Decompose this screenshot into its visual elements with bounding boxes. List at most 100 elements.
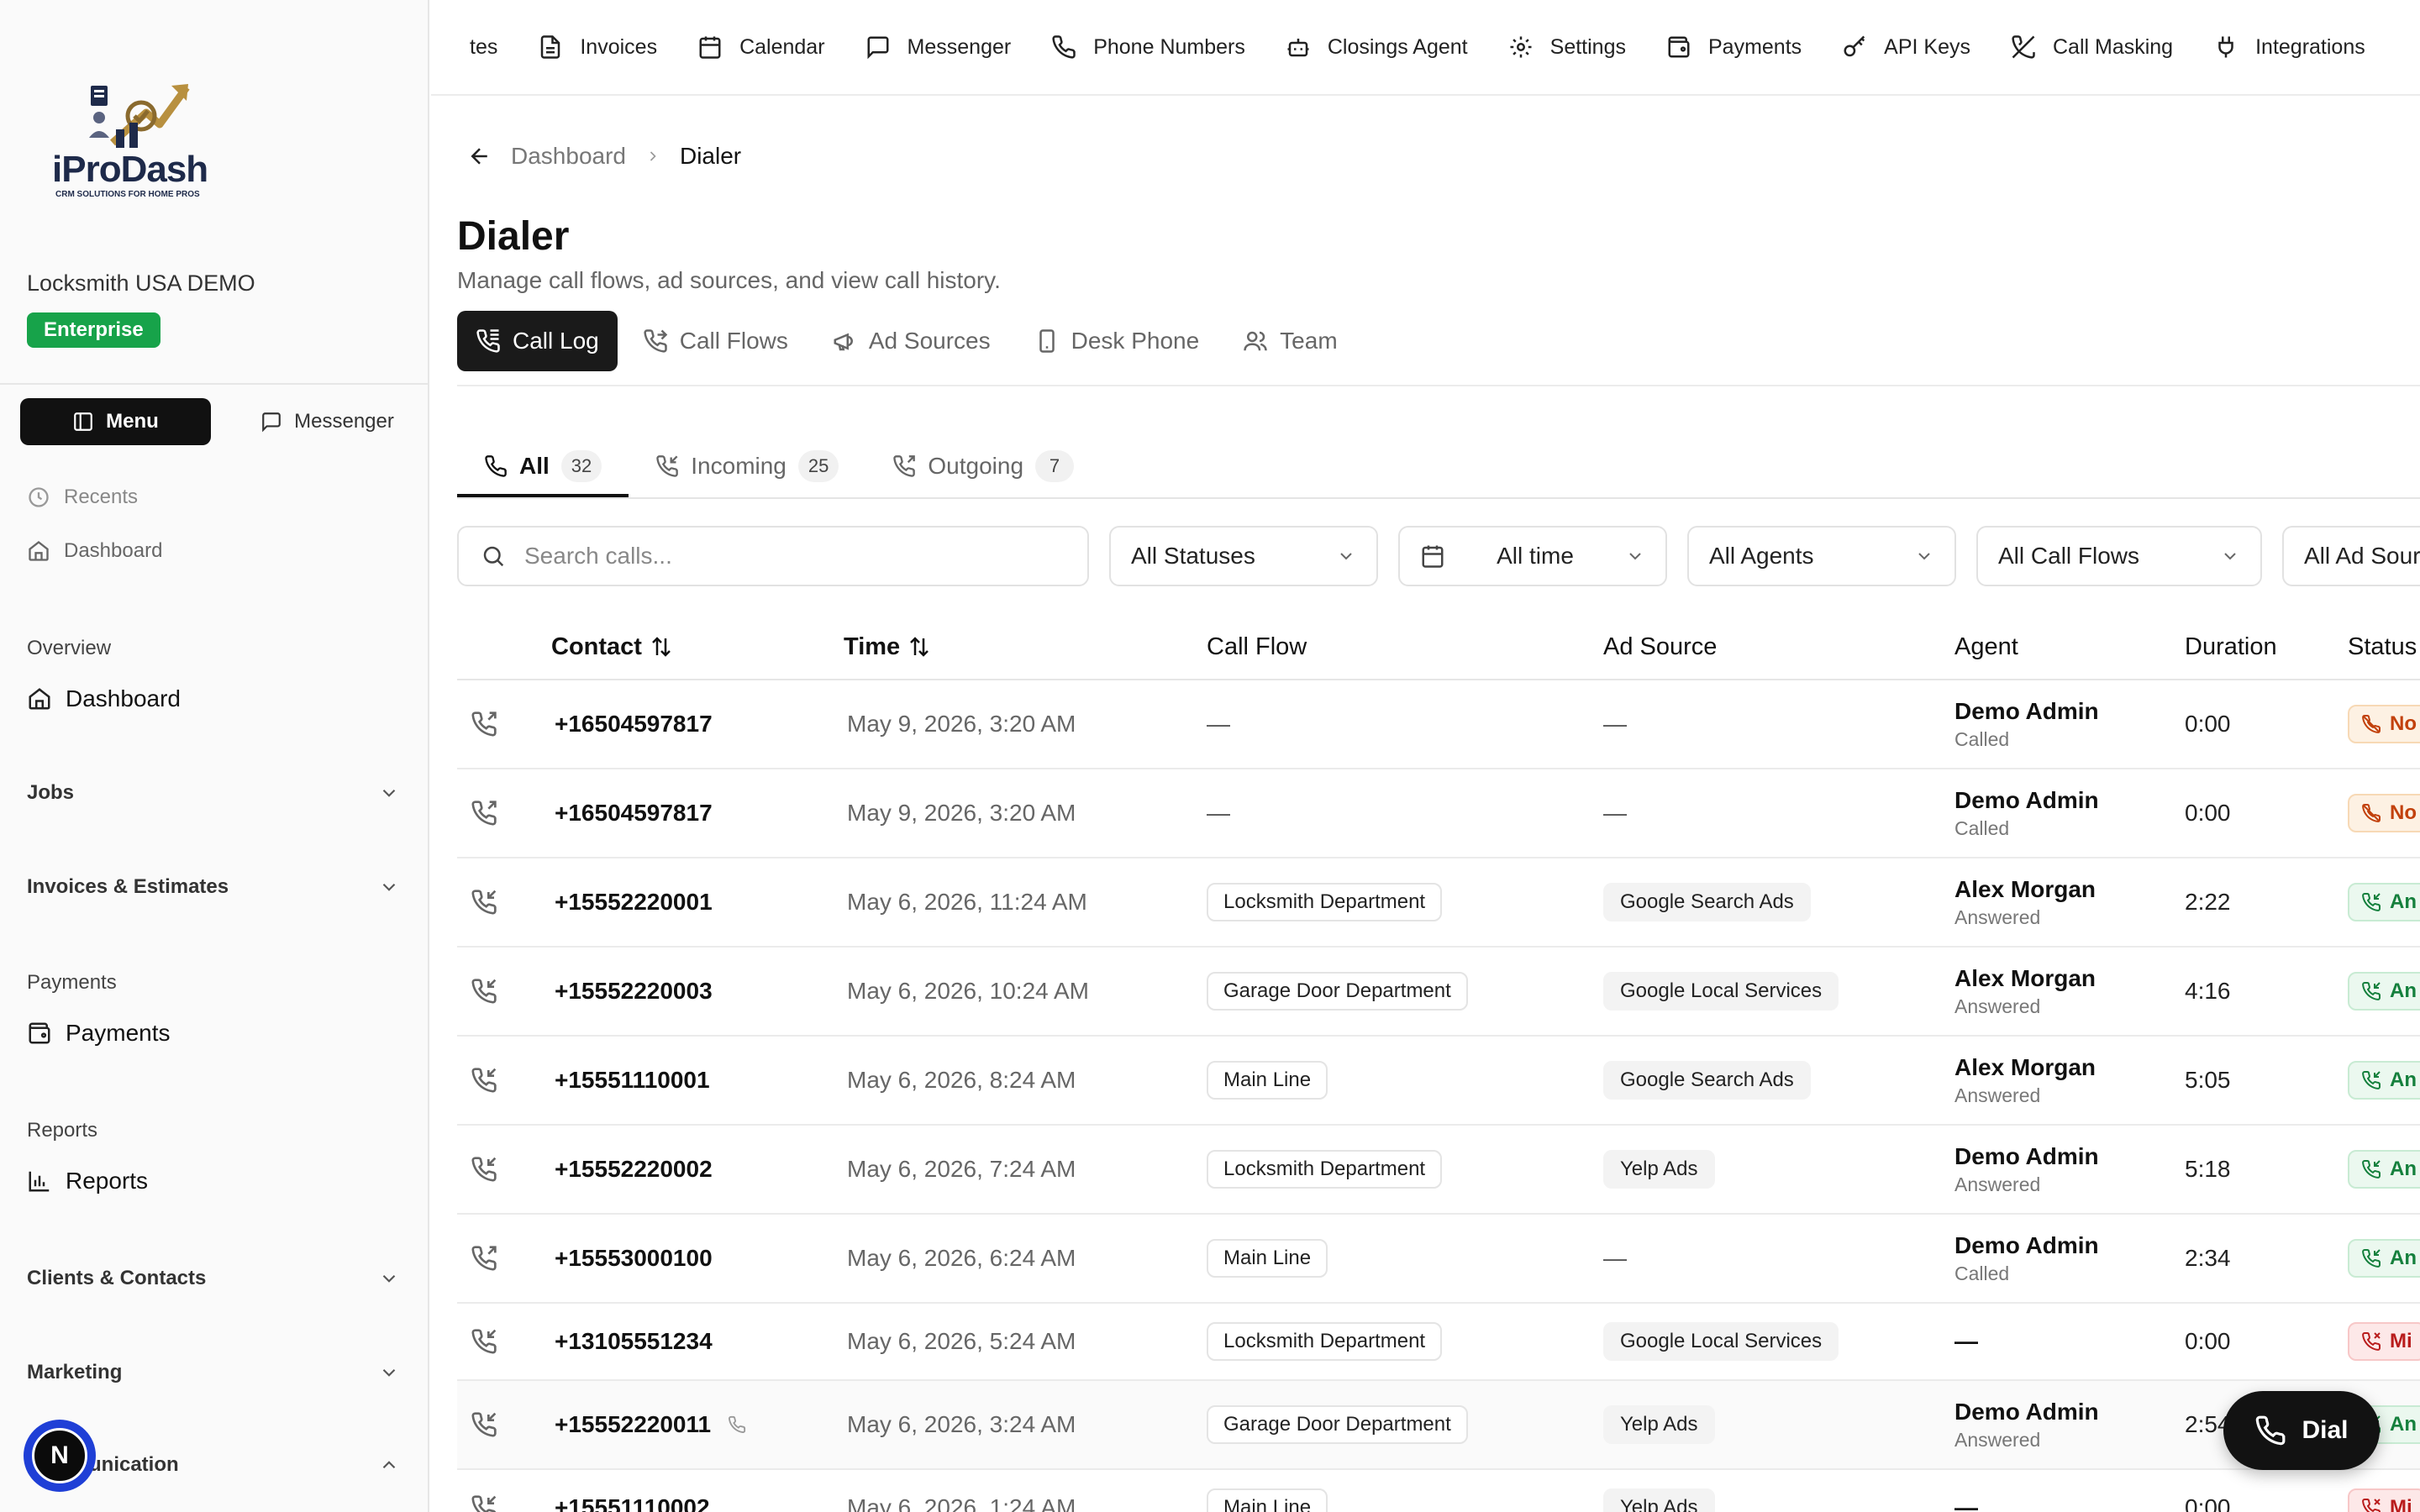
contact-cell[interactable]: +13105551234 — [555, 1304, 713, 1379]
contact-number[interactable]: +15552220003 — [555, 978, 713, 1005]
contact-number[interactable]: +16504597817 — [555, 711, 713, 738]
duration-cell: 2:22 — [2185, 889, 2231, 915]
column-header-time[interactable]: Time — [844, 613, 932, 680]
table-row[interactable]: +16504597817 May 9, 2026, 3:20 AM — — Demo A… — [457, 769, 2420, 858]
sidebar-item-dashboard[interactable]: Dashboard — [27, 685, 181, 712]
contact-number[interactable]: +15551110001 — [555, 1067, 710, 1094]
subtab-all[interactable]: All 32 — [457, 435, 629, 497]
messenger-toggle-button[interactable]: Messenger — [232, 398, 423, 445]
table-row[interactable]: +15552220003 May 6, 2026, 10:24 AM Garage … — [457, 948, 2420, 1037]
chevron-down-icon — [1340, 553, 1352, 560]
contact-cell[interactable]: +15552220002 — [555, 1126, 713, 1213]
contact-number[interactable]: +16504597817 — [555, 800, 713, 827]
topnav-item-calendar[interactable]: Calendar — [697, 34, 825, 60]
time-filter-select[interactable]: All time — [1398, 526, 1667, 586]
sidebar-panel-icon — [74, 412, 92, 431]
contact-cell[interactable]: +15552220011 — [555, 1381, 746, 1468]
status-text: No — [2390, 712, 2417, 735]
contact-number[interactable]: +15551110002 — [555, 1494, 710, 1512]
table-row[interactable]: +15552220011 May 6, 2026, 3:24 AM Garage D… — [457, 1381, 2420, 1470]
brand-name: iProDash — [52, 149, 208, 190]
status-text: An — [2390, 1247, 2417, 1269]
topnav-item-invoices[interactable]: Invoices — [538, 34, 657, 60]
sidebar-item-reports[interactable]: Reports — [27, 1168, 148, 1194]
search-calls-input[interactable]: Search calls... — [457, 526, 1089, 586]
agent-filter-select[interactable]: All Agents — [1687, 526, 1956, 586]
contact-number[interactable]: +13105551234 — [555, 1328, 713, 1355]
tab-team[interactable]: Team — [1224, 311, 1355, 371]
duration-cell: 0:00 — [2185, 800, 2231, 826]
contact-cell[interactable]: +16504597817 — [555, 769, 713, 857]
ad-source-pill: Google Local Services — [1603, 1322, 1839, 1361]
table-row[interactable]: +15553000100 May 6, 2026, 6:24 AM Main Lin… — [457, 1215, 2420, 1304]
table-row[interactable]: +15552220001 May 6, 2026, 11:24 AM Locksmi… — [457, 858, 2420, 948]
contact-number[interactable]: +15552220001 — [555, 889, 713, 916]
table-row[interactable]: +13105551234 May 6, 2026, 5:24 AM Locksmit… — [457, 1304, 2420, 1381]
arrow-left-icon[interactable] — [467, 144, 492, 169]
phone-missed-icon — [2362, 1331, 2381, 1351]
breadcrumb-dashboard-link[interactable]: Dashboard — [511, 143, 626, 170]
tab-ad-sources[interactable]: Ad Sources — [813, 311, 1009, 371]
sidebar-group-label: Invoices & Estimates — [27, 875, 229, 898]
contact-number[interactable]: +15552220011 — [555, 1411, 711, 1438]
agent-name: Demo Admin — [1954, 786, 2099, 813]
call-direction-cell — [471, 948, 497, 1035]
phone-incoming-icon — [471, 1157, 497, 1182]
user-avatar[interactable]: N — [24, 1420, 96, 1492]
contact-cell[interactable]: +15551110001 — [555, 1037, 710, 1124]
phone-outgoing-icon — [471, 711, 497, 737]
phone-outgoing-icon — [471, 801, 497, 826]
topnav-item-phone-numbers[interactable]: Phone Numbers — [1051, 34, 1245, 60]
brand-tagline: CRM SOLUTIONS FOR HOME PROS — [55, 190, 200, 199]
contact-cell[interactable]: +16504597817 — [555, 680, 713, 768]
ad-source-cell: — — [1603, 680, 1627, 768]
brand-logo[interactable]: iProDash CRM SOLUTIONS FOR HOME PROS — [52, 82, 225, 202]
topnav-item-api-keys[interactable]: API Keys — [1842, 34, 1970, 60]
topnav-item-settings[interactable]: Settings — [1508, 34, 1626, 60]
table-row[interactable]: +15551110002 May 6, 2026, 1:24 AM Main Lin… — [457, 1470, 2420, 1512]
topnav-item-payments[interactable]: Payments — [1666, 34, 1802, 60]
sidebar-pinned-dashboard[interactable]: Dashboard — [27, 539, 162, 563]
menu-toggle-button[interactable]: Menu — [20, 398, 211, 445]
topnav-item-call-masking[interactable]: Call Masking — [2011, 34, 2173, 60]
empty-value: — — [1603, 711, 1627, 737]
sidebar-group-clients[interactable]: Clients & Contacts — [27, 1267, 400, 1290]
sidebar-group-jobs[interactable]: Jobs — [27, 781, 400, 805]
tab-call-flows[interactable]: Call Flows — [624, 311, 807, 371]
tab-call-log[interactable]: Call Log — [457, 311, 618, 371]
contact-number[interactable]: +15552220002 — [555, 1156, 713, 1183]
call-flow-pill: Locksmith Department — [1207, 1150, 1443, 1189]
contact-number[interactable]: +15553000100 — [555, 1245, 713, 1272]
sidebar-group-marketing[interactable]: Marketing — [27, 1361, 400, 1384]
dial-button[interactable]: Dial — [2223, 1391, 2380, 1470]
topnav-item-integrations[interactable]: Integrations — [2213, 34, 2365, 60]
column-header-contact[interactable]: Contact — [551, 613, 674, 680]
contact-cell[interactable]: +15551110002 — [555, 1470, 710, 1512]
select-value: All Agents — [1709, 543, 1814, 569]
table-row[interactable]: +16504597817 May 9, 2026, 3:20 AM — — Demo A… — [457, 680, 2420, 769]
agent-name: Demo Admin — [1954, 697, 2099, 724]
empty-value: — — [1603, 1245, 1627, 1271]
subtab-incoming[interactable]: Incoming 25 — [629, 435, 865, 497]
table-row[interactable]: +15551110001 May 6, 2026, 8:24 AM Main Lin… — [457, 1037, 2420, 1126]
topnav-item-closings-agent[interactable]: Closings Agent — [1286, 34, 1468, 60]
contact-cell[interactable]: +15553000100 — [555, 1215, 713, 1302]
sidebar-item-label: Payments — [66, 1020, 171, 1046]
subtab-outgoing[interactable]: Outgoing 7 — [865, 435, 1101, 497]
agent-cell: Alex Morgan Answered — [1954, 858, 2096, 946]
topnav-item-messenger[interactable]: Messenger — [865, 34, 1011, 60]
call-direction-cell — [471, 769, 497, 857]
table-row[interactable]: +15552220002 May 6, 2026, 7:24 AM Locksmit… — [457, 1126, 2420, 1215]
sidebar-recents[interactable]: Recents — [27, 486, 138, 509]
ad-source-filter-select[interactable]: All Ad Sour — [2282, 526, 2420, 586]
tab-desk-phone[interactable]: Desk Phone — [1016, 311, 1218, 371]
contact-cell[interactable]: +15552220001 — [555, 858, 713, 946]
sidebar-group-invoices[interactable]: Invoices & Estimates — [27, 875, 400, 899]
contact-cell[interactable]: +15552220003 — [555, 948, 713, 1035]
agent-call-result: Answered — [1954, 1428, 2041, 1451]
call-flow-filter-select[interactable]: All Call Flows — [1976, 526, 2262, 586]
sidebar-item-payments[interactable]: Payments — [27, 1020, 171, 1047]
megaphone-icon — [834, 333, 853, 351]
topnav-item-notes[interactable]: tes — [470, 35, 497, 60]
status-filter-select[interactable]: All Statuses — [1109, 526, 1378, 586]
